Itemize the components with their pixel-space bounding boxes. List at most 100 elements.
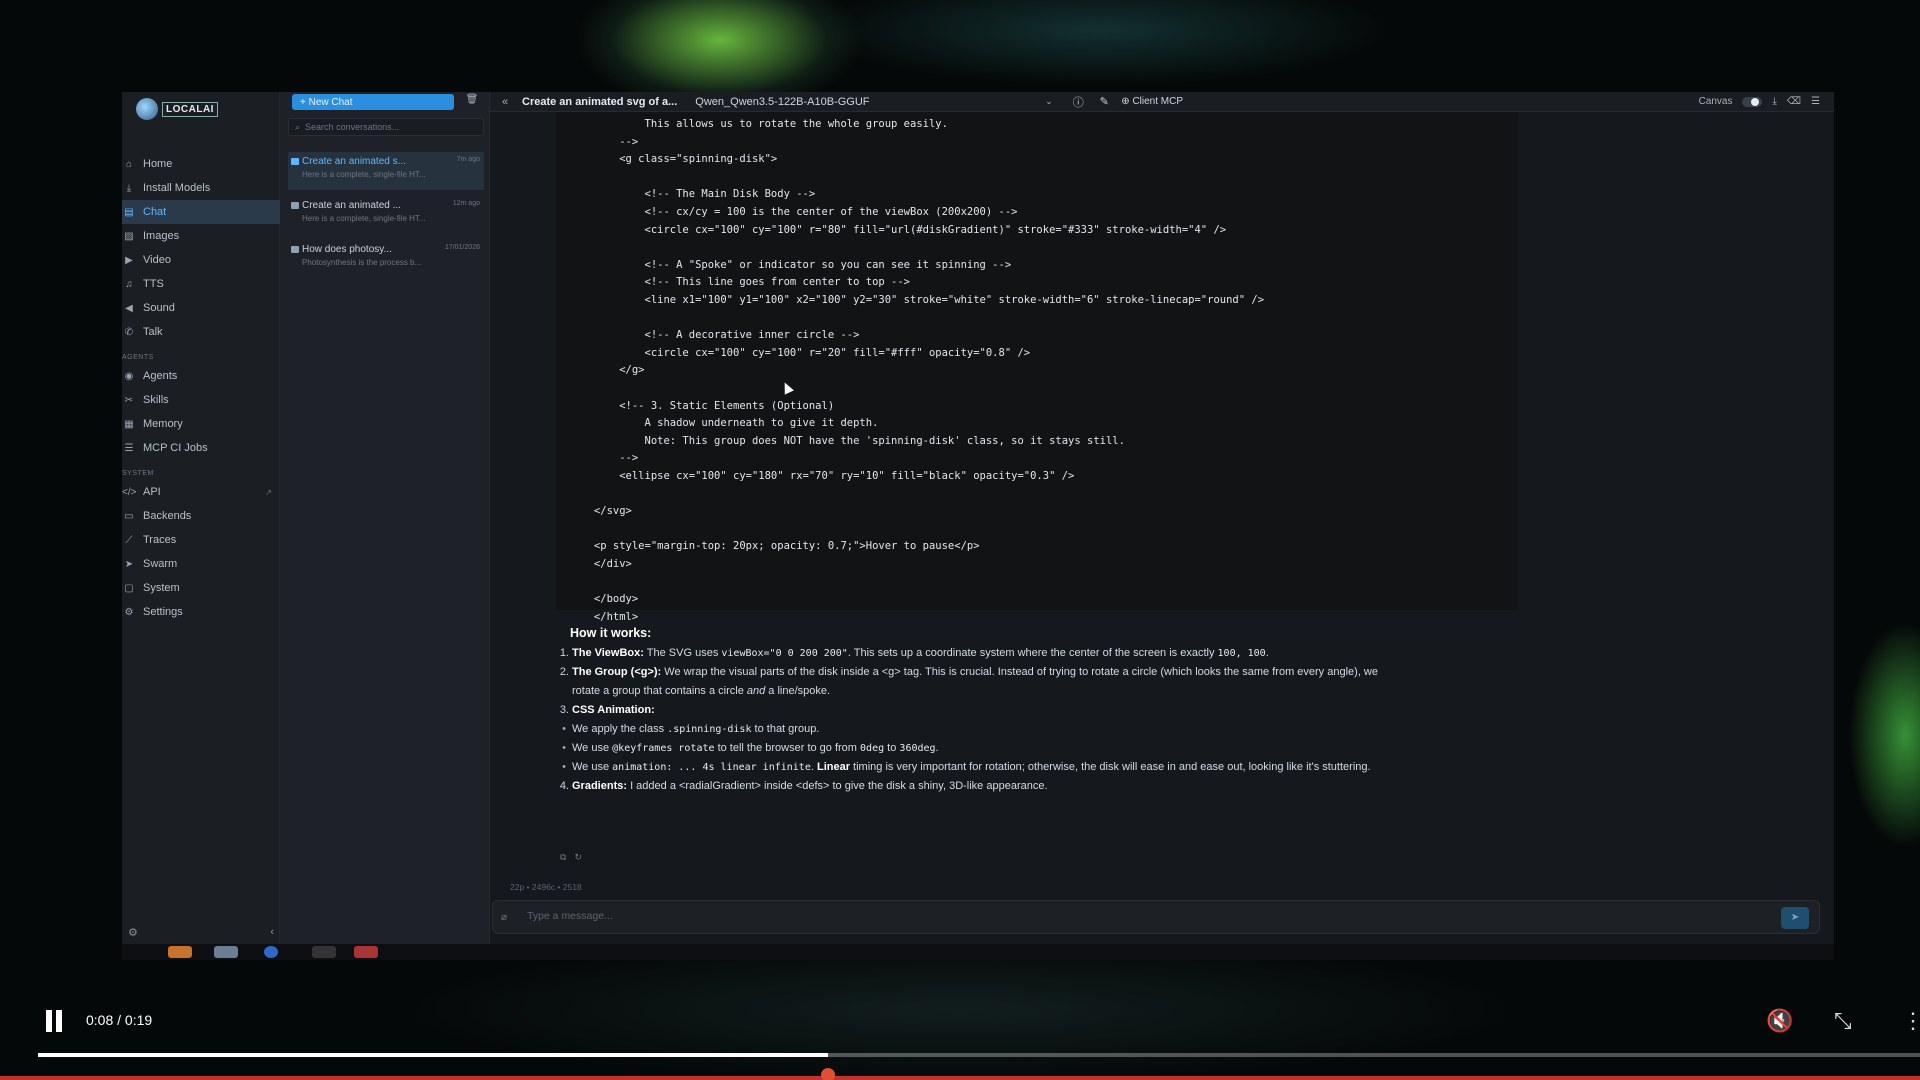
sidebar-item-label: Swarm [143, 558, 178, 570]
code-line: <!-- cx/cy = 100 is the center of the vi… [556, 205, 1018, 218]
explanation: How it works: 1. The ViewBox: The SVG us… [556, 624, 1518, 796]
sidebar-footer: ⚙ ‹ [128, 926, 274, 939]
sidebar-item-install-models[interactable]: ⤓ Install Models [122, 176, 280, 200]
code-line: <!-- This line goes from center to top -… [556, 276, 911, 289]
taskbar-app-icon[interactable] [312, 946, 336, 958]
regenerate-icon[interactable]: ↻ [574, 852, 582, 863]
progress-bar[interactable] [38, 1053, 1920, 1057]
collapse-panel-icon[interactable]: « [494, 96, 516, 108]
bullet-animation: • We use animation: ... 4s linear infini… [562, 761, 1371, 773]
playback-time: 0:08 / 0:19 [86, 1012, 153, 1028]
sidebar-item-home[interactable]: ⌂ Home [122, 152, 280, 176]
search-icon: ⌕ [295, 121, 301, 132]
home-icon: ⌂ [125, 158, 133, 170]
image-icon: ▨ [124, 230, 134, 242]
code-line: <!-- A decorative inner circle --> [556, 329, 860, 342]
sidebar-item-traces[interactable]: ⟋ Traces [122, 528, 280, 552]
bullet-keyframes: • We use @keyframes rotate to tell the b… [562, 742, 939, 754]
code-line: <p style="margin-top: 20px; opacity: 0.7… [556, 540, 980, 553]
chat-bubble-icon [291, 246, 299, 253]
conversation-title: How does photosy... 17/01/2026 [302, 244, 480, 255]
sidebar-item-system[interactable]: ▢ System [122, 576, 280, 600]
sidebar-item-memory[interactable]: ▦ Memory [122, 412, 280, 436]
code-line: --> [556, 135, 639, 148]
exit-fullscreen-icon[interactable]: ⤡ [1834, 1008, 1852, 1034]
sidebar-item-label: Install Models [143, 182, 211, 194]
progress-fill [38, 1053, 829, 1057]
pause-button[interactable] [44, 1010, 64, 1032]
chevron-down-icon[interactable]: ⌄ [1045, 96, 1065, 107]
sidebar-item-skills[interactable]: ✂ Skills [122, 388, 280, 412]
memory-icon: ▦ [124, 418, 134, 430]
taskbar-app-icon[interactable] [264, 946, 278, 958]
sidebar-item-tts[interactable]: ♫ TTS [122, 272, 280, 296]
canvas-toggle[interactable] [1742, 96, 1763, 107]
sidebar-item-images[interactable]: ▨ Images [122, 224, 280, 248]
conversation-time: 12m ago [452, 200, 480, 207]
sidebar-item-swarm[interactable]: ➤ Swarm [122, 552, 280, 576]
sidebar-item-api[interactable]: </> API ↗ [122, 480, 280, 504]
sidebar-item-label: Skills [143, 394, 169, 406]
sidebar-item-label: Agents [143, 370, 178, 382]
gear-icon: ⚙ [124, 606, 134, 618]
mute-icon[interactable]: 🔇 [1766, 1008, 1793, 1034]
conversation-title: Create an animated ... 12m ago [302, 200, 480, 211]
code-line: A shadow underneath to give it depth. [556, 417, 879, 430]
external-link-icon: ↗ [265, 487, 272, 497]
logo[interactable]: LOCALAI [136, 98, 218, 120]
collapse-sidebar-icon[interactable]: ‹ [270, 926, 274, 939]
more-options-icon[interactable]: ⋮ [1902, 1008, 1920, 1034]
sidebar-item-mcp-ci-jobs[interactable]: ☰ MCP CI Jobs [122, 436, 280, 460]
sidebar-item-backends[interactable]: ▭ Backends [122, 504, 280, 528]
menu-icon[interactable]: ☰ [1811, 96, 1820, 107]
conversation-item[interactable]: How does photosy... 17/01/2026 Photosynthe… [288, 240, 484, 278]
skills-icon: ✂ [124, 394, 134, 406]
send-button[interactable]: ➤ [1781, 907, 1809, 929]
attach-icon[interactable]: ⌀ [501, 912, 507, 923]
trash-icon[interactable]: 🗑 [464, 94, 480, 110]
client-mcp-label: Client MCP [1132, 96, 1184, 107]
conversation-time: 17/01/2026 [444, 244, 480, 251]
message-composer[interactable]: ⌀ Type a message... ➤ [492, 900, 1820, 934]
chart-icon: ⟋ [125, 534, 133, 546]
client-mcp-button[interactable]: ⊕ Client MCP [1121, 96, 1183, 107]
explanation-heading: How it works: [570, 626, 652, 640]
taskbar-app-icon[interactable] [354, 946, 378, 958]
code-block: This allows us to rotate the whole group… [556, 112, 1518, 623]
sidebar-item-video[interactable]: ▶ Video [122, 248, 280, 272]
code-line: <line x1="100" y1="100" x2="100" y2="30"… [556, 293, 1265, 306]
info-icon[interactable]: ⓘ [1065, 94, 1091, 110]
conversation-search-input[interactable]: ⌕ Search conversations... [288, 118, 484, 136]
sidebar-item-label: TTS [143, 278, 164, 290]
conversation-item[interactable]: Create an animated ... 12m ago Here is a c… [288, 196, 484, 234]
conversation-item[interactable]: Create an animated s... 7m ago Here is a c… [288, 152, 484, 190]
point-group: 2. The Group (<g>): We wrap the visual p… [559, 666, 1378, 678]
sidebar-item-label: MCP CI Jobs [143, 442, 208, 454]
sidebar-item-agents[interactable]: ◉ Agents [122, 364, 280, 388]
sidebar-item-chat[interactable]: ▤ Chat [122, 200, 280, 224]
copy-icon[interactable]: ⧉ [560, 852, 566, 863]
chat-header: « Create an animated svg of a... Qwen_Qw… [490, 92, 1834, 112]
download-icon[interactable]: ⤓ [1772, 96, 1776, 107]
sidebar-item-label: Sound [143, 302, 175, 314]
taskbar-app-icon[interactable] [168, 946, 192, 958]
edit-icon[interactable]: ✎ [1091, 95, 1117, 108]
sidebar-item-sound[interactable]: ◀ Sound [122, 296, 280, 320]
taskbar-app-icon[interactable] [214, 946, 238, 958]
sidebar-item-talk[interactable]: ✆ Talk [122, 320, 280, 344]
eraser-icon[interactable]: ⌫ [1787, 96, 1801, 107]
phone-icon: ✆ [124, 326, 134, 338]
sidebar: LOCALAI ⌂ Home ⤓ Install Models ▤ Chat ▨ Images… [122, 92, 280, 960]
canvas-label: Canvas [1698, 96, 1733, 107]
gear-icon[interactable]: ⚙ [128, 926, 138, 939]
sidebar-item-label: Backends [143, 510, 192, 522]
message-input[interactable]: Type a message... [527, 910, 613, 922]
point-viewbox: 1. The ViewBox: The SVG uses viewBox="0 … [559, 647, 1269, 659]
model-select[interactable]: Qwen_Qwen3.5-122B-A10B-GGUF [695, 96, 1045, 108]
sidebar-item-label: System [143, 582, 180, 594]
new-chat-button[interactable]: + New Chat [292, 94, 454, 110]
scrubber-handle[interactable] [821, 1068, 836, 1080]
sidebar-item-settings[interactable]: ⚙ Settings [122, 600, 280, 624]
